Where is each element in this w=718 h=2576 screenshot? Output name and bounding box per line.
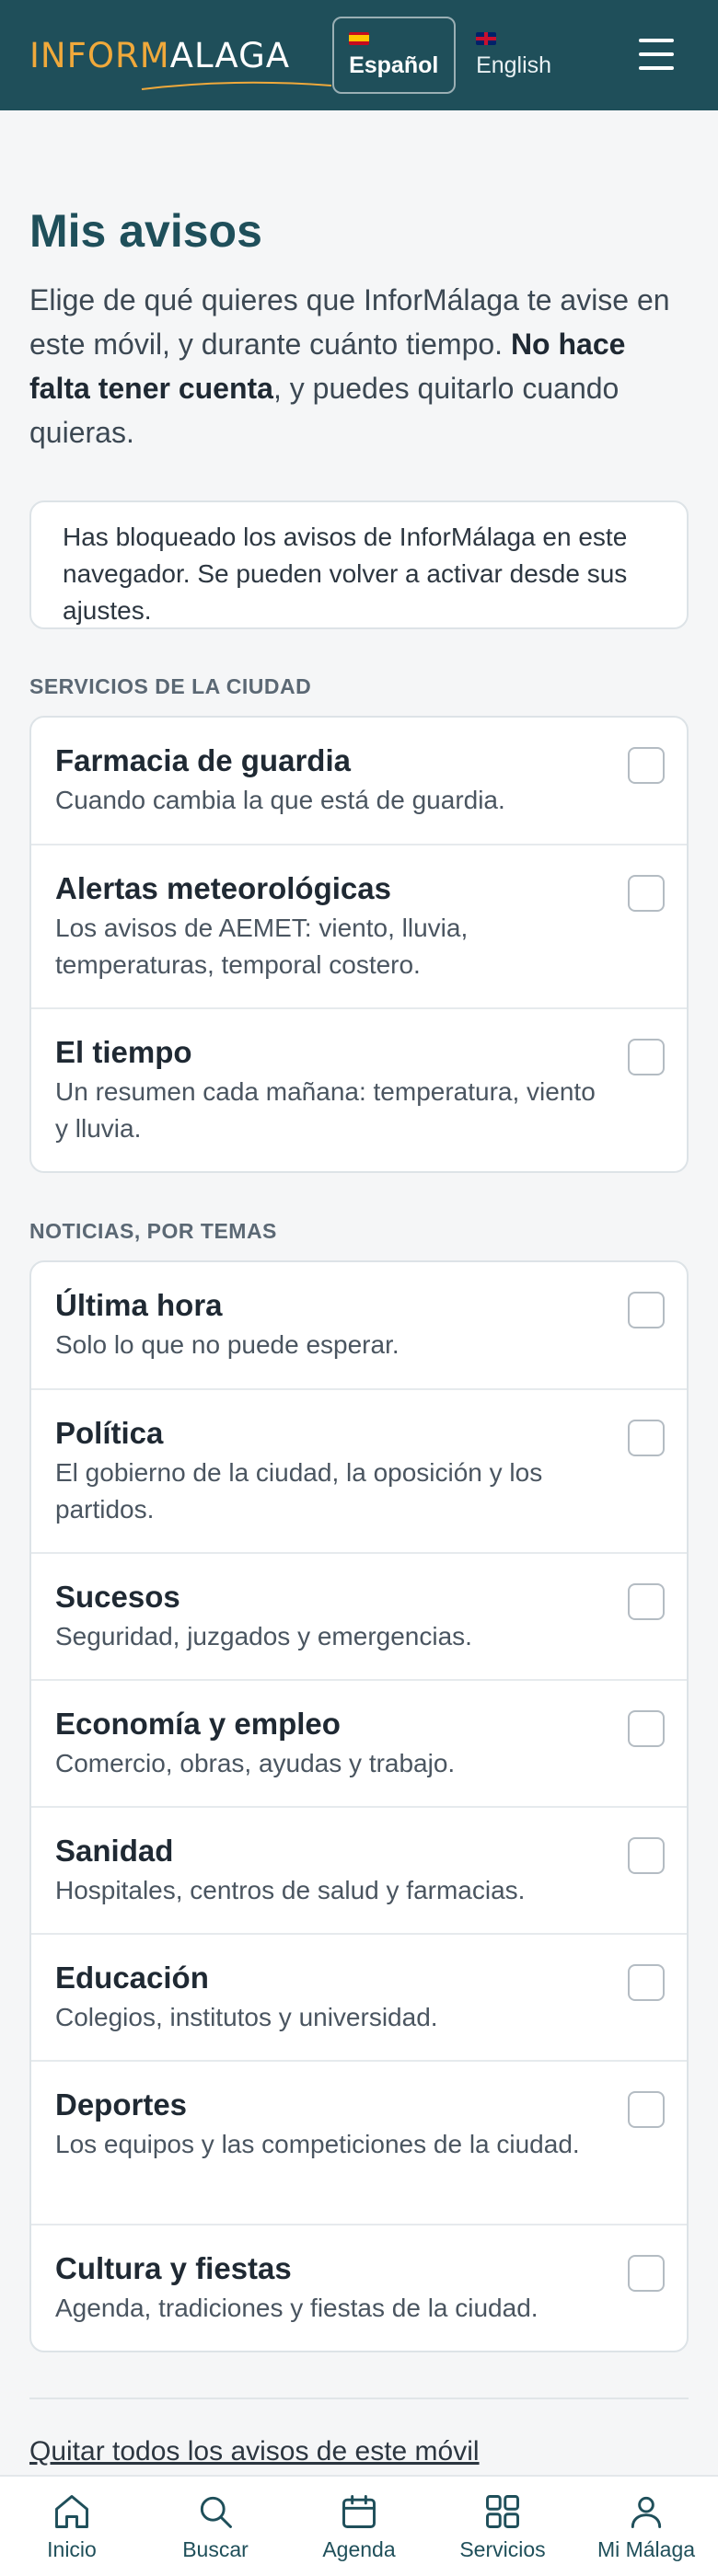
item-description: Seguridad, juzgados y emergencias. <box>55 1622 472 1650</box>
list-item[interactable]: Última hora Solo lo que no puede esperar… <box>31 1262 687 1390</box>
language-switcher: Español English <box>332 17 585 94</box>
item-title: Economía y empleo <box>55 1707 341 1741</box>
logo-swoosh-icon <box>141 81 332 90</box>
nav-item-agenda[interactable]: Agenda <box>290 2491 428 2562</box>
nav-label: Inicio <box>47 2536 97 2561</box>
home-icon <box>55 2494 88 2528</box>
calendar-icon <box>342 2494 376 2528</box>
intro-text: Elige de qué quieres que InforMálaga te … <box>29 278 674 454</box>
list-item[interactable]: Deportes Los equipos y las competiciones… <box>31 2062 687 2225</box>
list-item[interactable]: Economía y empleo Comercio, obras, ayuda… <box>31 1681 687 1808</box>
language-button-es[interactable]: Español <box>332 17 457 94</box>
subscribe-checkbox[interactable] <box>628 1710 665 1747</box>
language-label-es: Español <box>349 52 439 78</box>
nav-label: Buscar <box>182 2536 249 2561</box>
search-icon <box>200 2496 232 2528</box>
item-title: Política <box>55 1416 164 1450</box>
nav-label: Mi Málaga <box>596 2536 696 2561</box>
item-title: Cultura y fiestas <box>55 2251 292 2285</box>
language-label-en: English <box>476 52 552 78</box>
logo-text-part1: INFORM <box>29 35 170 75</box>
item-title: Educación <box>55 1961 209 1995</box>
subscribe-checkbox[interactable] <box>628 1583 665 1620</box>
item-description: Cuando cambia la que está de guardia. <box>55 786 505 814</box>
top-header: INFORMALAGA Español English <box>0 0 718 110</box>
subscribe-checkbox[interactable] <box>628 2091 665 2128</box>
divider <box>29 2398 689 2399</box>
item-description: Un resumen cada mañana: temperatura, vie… <box>55 1077 596 1143</box>
item-description: El gobierno de la ciudad, la oposición y… <box>55 1458 543 1524</box>
list-item[interactable]: Sucesos Seguridad, juzgados y emergencia… <box>31 1554 687 1681</box>
item-description: Los equipos y las competiciones de la ci… <box>55 2130 580 2158</box>
logo-text-part2: ALAGA <box>169 35 291 75</box>
item-description: Los avisos de AEMET: viento, lluvia, tem… <box>55 914 469 979</box>
subscribe-checkbox[interactable] <box>628 1292 665 1328</box>
item-title: El tiempo <box>55 1035 192 1069</box>
language-button-en[interactable]: English <box>461 17 585 94</box>
nav-label: Servicios <box>459 2536 546 2561</box>
informalaga-logo[interactable]: INFORMALAGA <box>29 35 332 90</box>
page-title: Mis avisos <box>29 205 262 257</box>
grid-icon <box>486 2494 519 2528</box>
subscribe-checkbox[interactable] <box>628 2255 665 2292</box>
subscribe-checkbox[interactable] <box>628 1837 665 1874</box>
nav-label: Agenda <box>322 2536 396 2561</box>
item-description: Agenda, tradiciones y fiestas de la ciud… <box>55 2294 538 2322</box>
item-description: Colegios, institutos y universidad. <box>55 2003 438 2031</box>
item-description: Solo lo que no puede esperar. <box>55 1330 400 1359</box>
item-title: Última hora <box>55 1288 223 1322</box>
list-item[interactable]: Sanidad Hospitales, centros de salud y f… <box>31 1808 687 1935</box>
hamburger-menu-icon[interactable] <box>639 39 674 70</box>
list-item[interactable]: Farmacia de guardia Cuando cambia la que… <box>31 718 687 845</box>
user-icon <box>631 2496 662 2528</box>
section-label-city-services: SERVICIOS DE LA CIUDAD <box>29 674 312 698</box>
uk-flag-icon <box>476 31 497 45</box>
list-item[interactable]: Alertas meteorológicas Los avisos de AEM… <box>31 845 687 1009</box>
section-label-news-topics: NOTICIAS, POR TEMAS <box>29 1219 277 1243</box>
subscribe-checkbox[interactable] <box>628 875 665 912</box>
list-item[interactable]: Política El gobierno de la ciudad, la op… <box>31 1390 687 1554</box>
item-title: Deportes <box>55 2087 188 2122</box>
item-description: Hospitales, centros de salud y farmacias… <box>55 1876 526 1904</box>
subscribe-checkbox[interactable] <box>628 1420 665 1456</box>
spain-flag-icon <box>349 31 370 45</box>
subscribe-checkbox[interactable] <box>628 747 665 784</box>
city-services-card: Farmacia de guardia Cuando cambia la que… <box>29 716 689 1173</box>
list-item[interactable]: Cultura y fiestas Agenda, tradiciones y … <box>31 2225 687 2351</box>
item-title: Sucesos <box>55 1580 180 1614</box>
bottom-navigation: Inicio Buscar Agenda Servicios Mi Málaga <box>0 2475 718 2576</box>
subscribe-checkbox[interactable] <box>628 1039 665 1075</box>
item-title: Sanidad <box>55 1834 174 1868</box>
nav-item-buscar[interactable]: Buscar <box>146 2491 284 2562</box>
list-item[interactable]: El tiempo Un resumen cada mañana: temper… <box>31 1009 687 1171</box>
item-title: Alertas meteorológicas <box>55 871 391 905</box>
news-topics-card: Última hora Solo lo que no puede esperar… <box>29 1260 689 2352</box>
remove-all-notifications-link[interactable]: Quitar todos los avisos de este móvil <box>29 2436 480 2467</box>
nav-item-inicio[interactable]: Inicio <box>3 2491 141 2562</box>
subscribe-checkbox[interactable] <box>628 1964 665 2001</box>
blocked-notifications-notice: Has bloqueado los avisos de InforMálaga … <box>29 500 689 629</box>
item-title: Farmacia de guardia <box>55 743 351 777</box>
list-item[interactable]: Educación Colegios, institutos y univers… <box>31 1935 687 2062</box>
item-description: Comercio, obras, ayudas y trabajo. <box>55 1749 456 1777</box>
nav-item-servicios[interactable]: Servicios <box>434 2491 572 2562</box>
nav-item-mi-malaga[interactable]: Mi Málaga <box>577 2491 715 2562</box>
